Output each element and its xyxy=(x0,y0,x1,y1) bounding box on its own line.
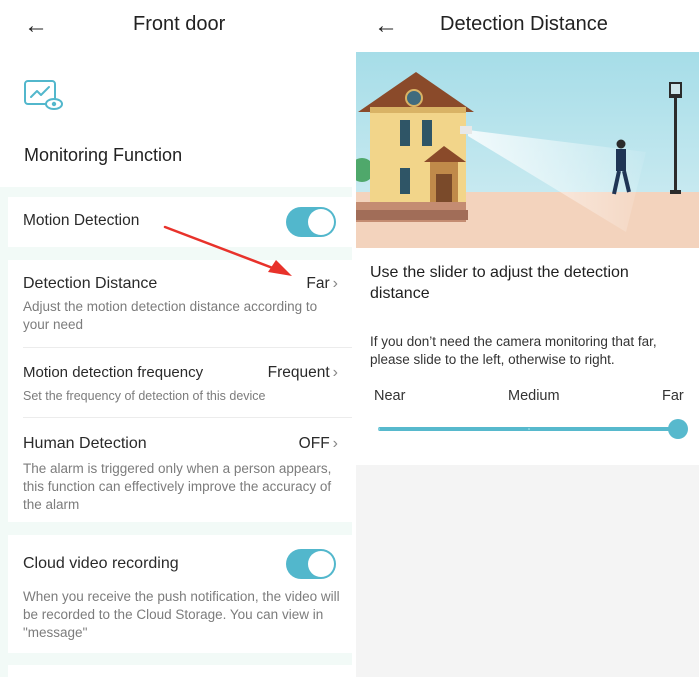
back-arrow-icon[interactable]: ← xyxy=(374,12,398,40)
frequency-desc: Set the frequency of detection of this d… xyxy=(23,389,266,403)
frequency-label: Motion detection frequency xyxy=(23,364,204,381)
detection-distance-value: Far › xyxy=(306,275,338,293)
motion-detection-label: Motion Detection xyxy=(23,212,140,229)
human-detection-desc: The alarm is triggered only when a perso… xyxy=(23,461,332,512)
detection-distance-label: Detection Distance xyxy=(23,275,158,292)
cloud-recording-toggle[interactable] xyxy=(286,549,336,579)
cloud-recording-card: Cloud video recording When you receive t… xyxy=(8,535,352,653)
human-detection-row[interactable]: Human Detection OFF › The alarm is trigge… xyxy=(8,418,352,522)
settings-panel: ← Front door Monitoring Function Motion … xyxy=(0,0,352,677)
annotation-arrow xyxy=(163,225,292,276)
human-detection-value: OFF › xyxy=(299,435,338,453)
options-card: Detection Distance Far › Adjust the motio… xyxy=(8,260,352,522)
distance-slider[interactable] xyxy=(378,419,688,439)
chevron-right-icon: › xyxy=(332,275,338,292)
hint-text: If you don’t need the camera monitoring … xyxy=(370,334,657,367)
label-near: Near xyxy=(374,388,406,404)
section-header: Monitoring Function xyxy=(0,52,352,187)
back-arrow-icon[interactable]: ← xyxy=(24,12,48,40)
human-detection-value-text: OFF xyxy=(298,435,330,452)
frequency-row[interactable]: Motion detection frequency Frequent › Set… xyxy=(8,348,352,416)
cloud-recording-label: Cloud video recording xyxy=(23,555,179,572)
slider-section: Use the slider to adjust the detection d… xyxy=(356,248,699,465)
section-title: Monitoring Function xyxy=(24,145,183,165)
chevron-right-icon: › xyxy=(332,435,338,452)
top-bar: ← Front door xyxy=(0,0,352,52)
next-card-partial xyxy=(8,665,352,677)
chevron-right-icon: › xyxy=(332,364,338,381)
page-title: Front door xyxy=(133,13,226,35)
page-title: Detection Distance xyxy=(440,13,608,35)
slider-handle[interactable] xyxy=(668,419,688,439)
human-detection-label: Human Detection xyxy=(23,435,147,452)
label-far: Far xyxy=(662,388,684,404)
monitoring-icon xyxy=(24,80,63,110)
slider-tick xyxy=(528,428,530,430)
frequency-value: Frequent › xyxy=(268,364,338,382)
detection-distance-panel: ← Detection Distance Use the slider to a… xyxy=(356,0,699,677)
detection-distance-value-text: Far xyxy=(306,275,330,292)
label-medium: Medium xyxy=(508,388,560,404)
detection-distance-desc: Adjust the motion detection distance acc… xyxy=(23,299,318,332)
instruction-text: Use the slider to adjust the detection d… xyxy=(370,264,629,302)
frequency-value-text: Frequent xyxy=(267,364,330,381)
detection-illustration xyxy=(356,52,699,248)
cloud-recording-desc: When you receive the push notification, … xyxy=(23,589,340,640)
top-bar: ← Detection Distance xyxy=(356,0,699,52)
slider-tick xyxy=(378,428,380,430)
